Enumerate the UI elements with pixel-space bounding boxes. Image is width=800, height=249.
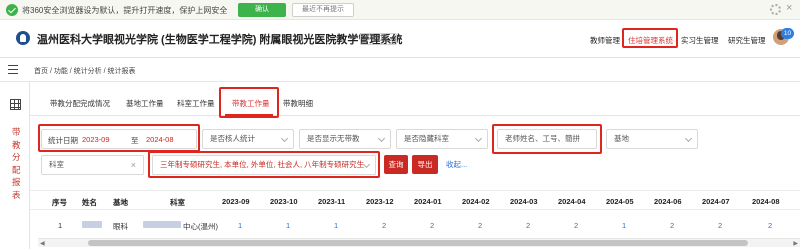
column-header-month: 2023-09 xyxy=(222,197,250,206)
month-count-cell[interactable]: 1 xyxy=(286,221,290,230)
column-header-name: 姓名 xyxy=(82,198,97,207)
chevron-down-icon xyxy=(280,134,289,143)
column-header-month: 2023-10 xyxy=(270,197,298,206)
column-header-month: 2024-08 xyxy=(752,197,780,206)
hide-dept-label: 是否隐藏科室 xyxy=(404,134,449,143)
dept-select[interactable]: 科室 × xyxy=(41,155,144,175)
clear-icon[interactable]: × xyxy=(131,156,136,174)
month-count-cell[interactable]: 1 xyxy=(622,221,626,230)
chevron-down-icon xyxy=(474,134,483,143)
hide-dept-select[interactable]: 是否隐藏科室 xyxy=(396,129,488,149)
gear-icon[interactable] xyxy=(770,4,781,15)
include-statistics-label: 是否核人统计 xyxy=(210,134,255,143)
tab-dept-workload[interactable]: 科室工作量 xyxy=(177,98,215,109)
column-header-month: 2024-02 xyxy=(462,197,490,206)
month-count-cell[interactable]: 1 xyxy=(334,221,338,230)
horizontal-scrollbar[interactable]: ◀ ▶ xyxy=(38,238,800,247)
nav-intern-management[interactable]: 实习生管理 xyxy=(681,35,719,46)
scroll-right-icon[interactable]: ▶ xyxy=(793,240,798,247)
redacted-name xyxy=(82,221,102,228)
show-no-teaching-select[interactable]: 是否显示无带教 xyxy=(299,129,391,149)
system-switch-label: 系统切换 xyxy=(364,36,389,42)
month-count-cell[interactable]: 2 xyxy=(574,221,578,230)
tab-teaching-details[interactable]: 带教明细 xyxy=(283,98,313,109)
chevron-down-icon xyxy=(377,134,386,143)
report-title-vertical: 带教分配报表 xyxy=(12,127,21,200)
base-select-label: 基地 xyxy=(614,134,629,143)
residency-highlight-box xyxy=(622,28,678,48)
month-count-cell[interactable]: 2 xyxy=(478,221,482,230)
app-header: 温州医科大学眼视光学院 (生物医学工程学院) 附属眼视光医院教学管理系统 系统切… xyxy=(0,20,800,58)
month-count-cell[interactable]: 2 xyxy=(768,221,772,230)
month-count-cell[interactable]: 2 xyxy=(526,221,530,230)
query-button[interactable]: 查询 xyxy=(384,155,408,174)
column-header-month: 2023-12 xyxy=(366,197,394,206)
column-header-month: 2024-05 xyxy=(606,197,634,206)
column-header-month: 2024-06 xyxy=(654,197,682,206)
dept-select-label: 科室 xyxy=(49,160,64,169)
dismiss-notice-button[interactable]: 最近不再提示 xyxy=(292,3,354,17)
column-header-base: 基地 xyxy=(113,198,128,207)
column-header-month: 2024-04 xyxy=(558,197,586,206)
breadcrumb-bar: 首页 / 功能 / 统计分析 / 统计报表 xyxy=(0,58,800,82)
export-button[interactable]: 导出 xyxy=(412,155,438,174)
scroll-thumb[interactable] xyxy=(88,240,748,246)
include-statistics-select[interactable]: 是否核人统计 xyxy=(202,129,294,149)
notification-badge: 10 xyxy=(781,28,794,39)
breadcrumb: 首页 / 功能 / 统计分析 / 统计报表 xyxy=(34,68,136,75)
row-dept-suffix: 中心(温州) xyxy=(183,222,218,231)
month-count-cell[interactable]: 2 xyxy=(670,221,674,230)
column-header-month: 2024-07 xyxy=(702,197,730,206)
report-sidebar: 带教分配报表 xyxy=(0,82,30,249)
tab-base-workload[interactable]: 基地工作量 xyxy=(126,98,164,109)
system-switch-dropdown[interactable]: 系统切换 ▾ xyxy=(360,33,397,45)
row-base: 眼科 xyxy=(113,222,128,231)
date-highlight-box xyxy=(38,124,200,152)
column-header-month: 2023-11 xyxy=(318,197,346,206)
trainee-type-highlight-box xyxy=(148,151,380,178)
scroll-left-icon[interactable]: ◀ xyxy=(40,240,45,247)
nav-teacher-management[interactable]: 教师管理 xyxy=(590,35,620,46)
chevron-down-icon xyxy=(684,134,693,143)
collapse-link[interactable]: 收起... xyxy=(446,159,467,170)
column-header-index: 序号 xyxy=(52,198,67,207)
month-count-cell[interactable]: 2 xyxy=(382,221,386,230)
redacted-dept-prefix xyxy=(143,221,181,228)
column-header-month: 2024-01 xyxy=(414,197,442,206)
tab-allocation-completion[interactable]: 带教分配完成情况 xyxy=(50,98,110,109)
active-tab-highlight-box xyxy=(219,87,279,118)
row-index: 1 xyxy=(58,221,63,230)
app-title: 温州医科大学眼视光学院 (生物医学工程学院) 附属眼视光医院教学管理系统 xyxy=(37,34,403,46)
month-count-cell[interactable]: 2 xyxy=(718,221,722,230)
show-no-teaching-label: 是否显示无带教 xyxy=(307,134,360,143)
column-header-month: 2024-03 xyxy=(510,197,538,206)
column-header-dept: 科室 xyxy=(170,198,185,207)
shield-check-icon xyxy=(6,4,18,16)
browser-default-notice: 将360安全浏览器设为默认，提升打开速度，保护上网安全 确认 最近不再提示 × xyxy=(0,0,800,20)
confirm-default-button[interactable]: 确认 xyxy=(238,3,286,17)
close-icon[interactable]: × xyxy=(786,2,792,14)
notice-message: 将360安全浏览器设为默认，提升打开速度，保护上网安全 xyxy=(22,6,228,15)
menu-toggle-icon[interactable] xyxy=(8,65,18,74)
month-count-cell[interactable]: 1 xyxy=(238,221,242,230)
base-select[interactable]: 基地 xyxy=(606,129,698,149)
month-count-cell[interactable]: 2 xyxy=(430,221,434,230)
nav-graduate-management[interactable]: 研究生管理 xyxy=(728,35,766,46)
teacher-search-highlight-box xyxy=(492,124,602,154)
logo-icon xyxy=(16,31,30,45)
table-grid-icon[interactable] xyxy=(10,99,21,110)
